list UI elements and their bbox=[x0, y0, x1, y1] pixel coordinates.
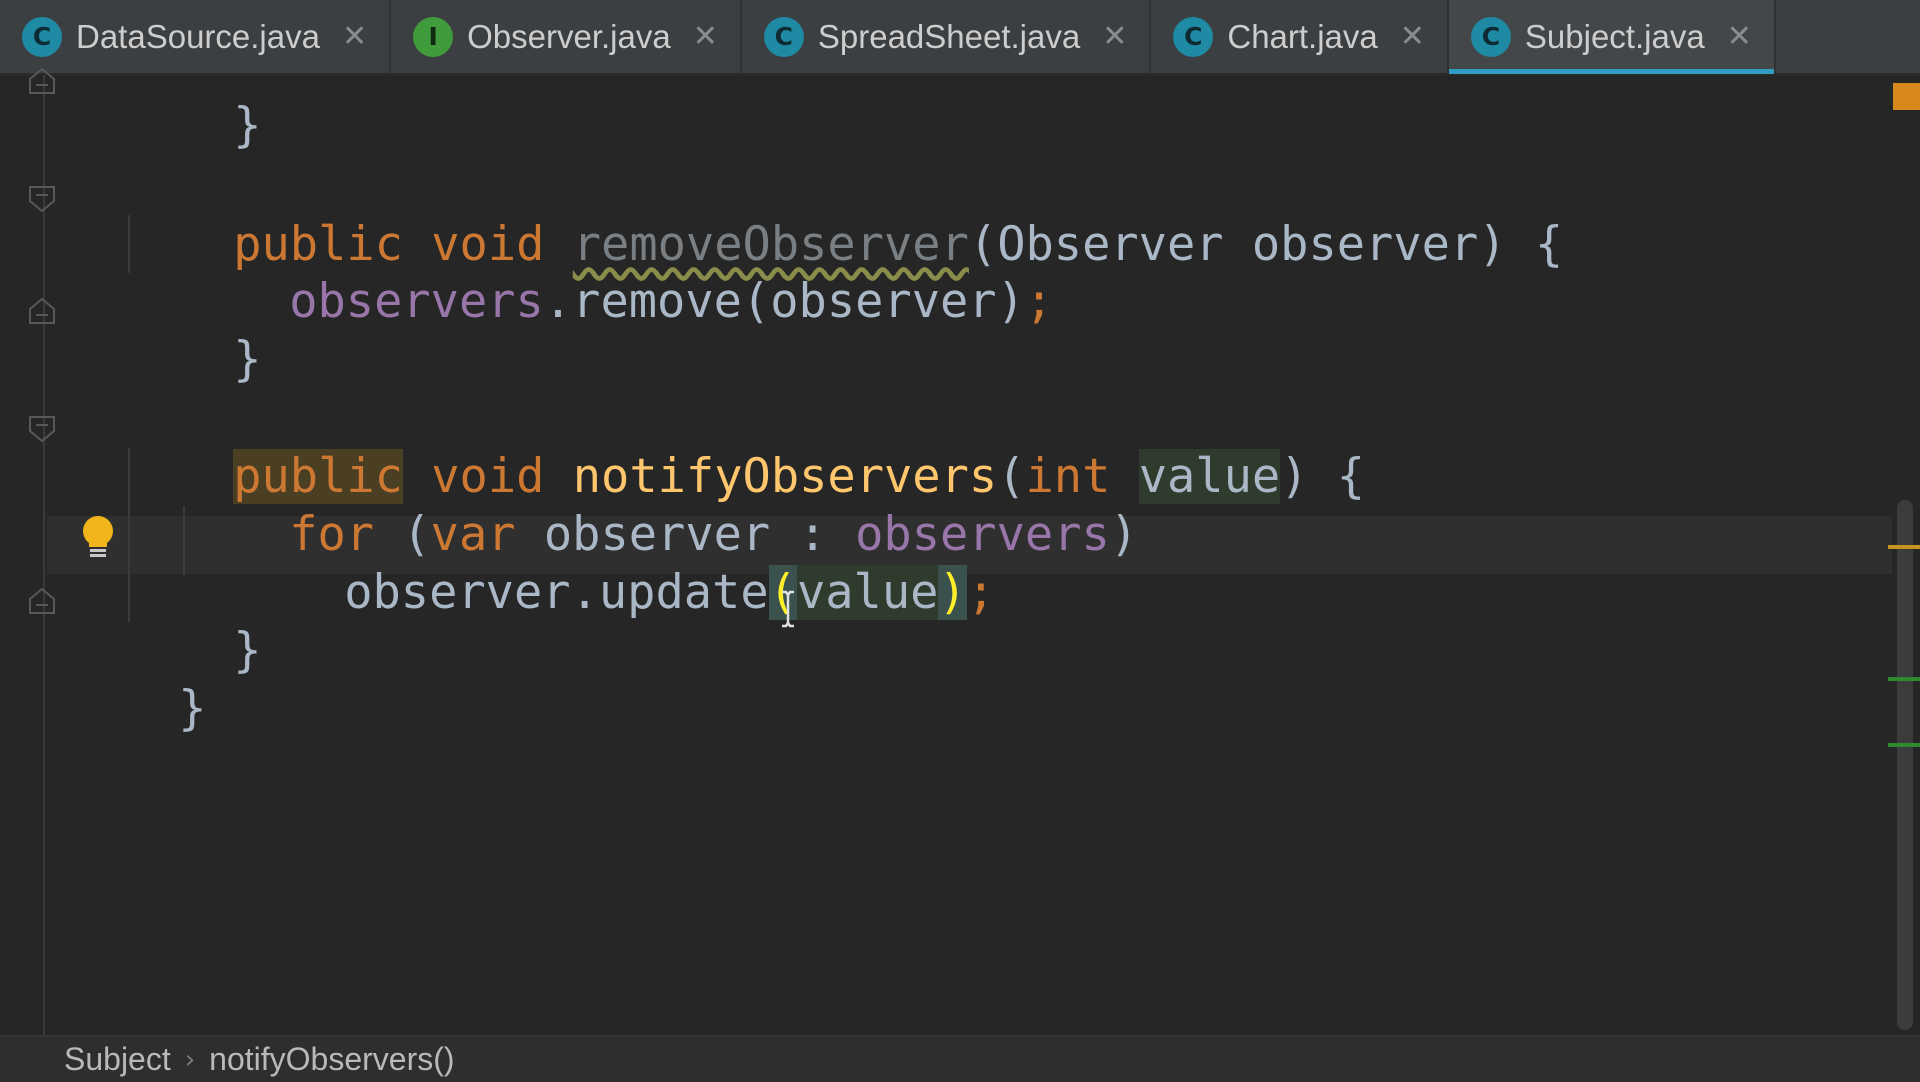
close-icon[interactable]: ✕ bbox=[1102, 19, 1127, 54]
parameter: value bbox=[796, 565, 939, 620]
code-line: } bbox=[120, 276, 261, 387]
warning-marker[interactable] bbox=[1888, 545, 1920, 549]
editor-tab-bar: C DataSource.java ✕ I Observer.java ✕ C … bbox=[0, 0, 1920, 75]
fold-start-icon[interactable] bbox=[28, 415, 56, 443]
brace: } bbox=[233, 98, 262, 153]
code-line: public void notifyObservers(int value) { bbox=[120, 393, 1365, 504]
fold-end-icon[interactable] bbox=[28, 297, 56, 325]
tab-label: Observer.java bbox=[467, 17, 671, 55]
breadcrumb-item-method[interactable]: notifyObservers() bbox=[209, 1041, 454, 1078]
close-icon[interactable]: ✕ bbox=[1727, 19, 1752, 54]
change-marker[interactable] bbox=[1888, 743, 1920, 747]
method-call: observer.update bbox=[344, 565, 769, 620]
breadcrumb: Subject › notifyObservers() bbox=[0, 1035, 1920, 1082]
gutter-divider bbox=[43, 75, 45, 1035]
method-params: (Observer observer) { bbox=[968, 217, 1564, 272]
code-editor[interactable]: } public void removeObserver(Observer ob… bbox=[0, 67, 1920, 1035]
parameter: value bbox=[1138, 449, 1281, 504]
text-cursor-icon bbox=[780, 590, 796, 628]
code-line-current: observer.update(value); bbox=[231, 509, 995, 620]
inspection-status-icon[interactable] bbox=[1893, 83, 1920, 110]
code-line: observers.remove(observer); bbox=[176, 218, 1053, 329]
code-line: } bbox=[65, 625, 206, 736]
paren: ) bbox=[1109, 507, 1139, 562]
fold-end-icon[interactable] bbox=[28, 587, 56, 615]
semicolon: ; bbox=[1024, 274, 1054, 329]
interface-icon: I bbox=[413, 16, 454, 57]
tab-label: Subject.java bbox=[1524, 17, 1705, 55]
tab-label: Chart.java bbox=[1227, 17, 1378, 55]
code-line: public void removeObserver(Observer obse… bbox=[120, 161, 1563, 272]
tab-label: SpreadSheet.java bbox=[817, 17, 1081, 55]
breadcrumb-item-class[interactable]: Subject bbox=[64, 1041, 171, 1078]
brace: } bbox=[233, 332, 262, 387]
semicolon: ; bbox=[966, 565, 996, 620]
fold-end-icon[interactable] bbox=[28, 67, 56, 95]
code-line: } bbox=[120, 42, 261, 153]
vertical-scrollbar[interactable] bbox=[1897, 500, 1913, 1030]
method-call: .remove(observer) bbox=[543, 274, 1025, 329]
lightbulb-icon[interactable] bbox=[80, 515, 116, 561]
close-icon[interactable]: ✕ bbox=[693, 19, 718, 54]
class-icon: C bbox=[1470, 16, 1511, 57]
code-line: } bbox=[120, 567, 261, 678]
class-icon: C bbox=[22, 16, 62, 57]
matched-paren: ) bbox=[938, 565, 967, 620]
close-icon[interactable]: ✕ bbox=[342, 19, 367, 54]
close-icon[interactable]: ✕ bbox=[1400, 19, 1425, 54]
class-icon: C bbox=[763, 16, 804, 57]
tab-subject[interactable]: C Subject.java ✕ bbox=[1448, 0, 1776, 74]
tab-spreadsheet[interactable]: C SpreadSheet.java ✕ bbox=[742, 0, 1152, 73]
change-marker[interactable] bbox=[1888, 677, 1920, 681]
field-reference: observers bbox=[289, 274, 544, 329]
chevron-right-icon: › bbox=[184, 1044, 196, 1075]
class-icon: C bbox=[1173, 16, 1214, 57]
tab-observer[interactable]: I Observer.java ✕ bbox=[391, 0, 742, 73]
code-line: for (var observer : observers) bbox=[176, 451, 1138, 562]
fold-start-icon[interactable] bbox=[28, 185, 56, 213]
tab-chart[interactable]: C Chart.java ✕ bbox=[1151, 0, 1449, 73]
brace: } bbox=[233, 623, 262, 678]
brace: } bbox=[178, 681, 207, 736]
paren: ) { bbox=[1280, 449, 1366, 504]
